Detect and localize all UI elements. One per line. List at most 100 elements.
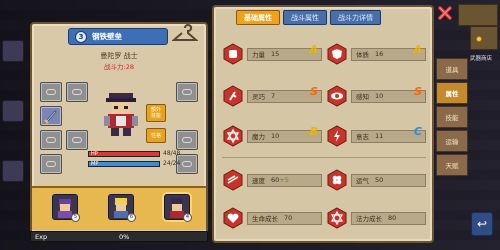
corner-label: 武器商店 — [470, 56, 493, 62]
stat-name: 生命成长 — [252, 215, 278, 223]
title-badge-icon: 3 — [75, 30, 87, 43]
personality-label: 性格 — [150, 132, 161, 139]
exp-bar: Exp 0% — [30, 231, 208, 242]
character-power: 战斗力:28 — [104, 63, 134, 71]
character-sprite — [104, 93, 138, 136]
extra-skill-label: 额外 技能 — [150, 107, 161, 119]
side-menu-talent[interactable]: 天赋 — [436, 154, 468, 176]
pet-slot[interactable]: 5 — [52, 194, 80, 222]
exp-value: 0% — [119, 232, 130, 241]
hud-slot[interactable] — [2, 100, 24, 122]
side-menu-skills[interactable]: 技能 — [436, 106, 468, 128]
stat-grade: S — [310, 84, 318, 98]
stat-box: 意志 11 C — [351, 125, 426, 143]
side-menu-attributes[interactable]: 属性 — [436, 82, 468, 104]
hud-slot[interactable] — [2, 40, 24, 62]
equip-slot[interactable] — [40, 130, 62, 150]
stat-box: 速度 60+5 — [247, 173, 322, 187]
stat-box: 力量 15 A — [247, 43, 322, 61]
stat-grade: A — [413, 42, 422, 56]
tab-basic-attributes[interactable]: 基础属性 — [236, 10, 280, 25]
tab-power-details[interactable]: 战斗力详情 — [330, 10, 381, 25]
stat-box: 运气 50 — [351, 173, 426, 187]
minimap-tile — [458, 4, 498, 26]
heart-growth-icon — [223, 207, 243, 229]
stat-value: 10 — [375, 92, 384, 100]
stat-grade: A — [309, 42, 318, 56]
speed-icon — [223, 169, 243, 191]
stat-row-mp-growth: 法力成长 80 — [326, 205, 426, 231]
character-title: 钢铁壁垒 — [92, 32, 122, 41]
stats-tabs: 基础属性 战斗属性 战斗力详情 — [236, 10, 381, 25]
hp-label: HP — [91, 150, 98, 157]
pet-strip: 5 6 4 — [32, 186, 206, 230]
tab-combat-attributes[interactable]: 战斗属性 — [283, 10, 327, 25]
hp-value: 48/48 — [163, 150, 181, 157]
eye-icon — [327, 85, 347, 107]
bolt-shield-icon — [327, 125, 347, 147]
character-title-bar: 3 钢铁壁垒 — [68, 28, 168, 45]
stat-value: 70 — [284, 214, 293, 222]
stats-panel: 基础属性 战斗属性 战斗力详情 力量 15 A 体质 16 A 灵巧 7 S 感… — [212, 5, 434, 243]
character-panel: 3 钢铁壁垒 2 曼陀罗 战士 战斗力:28 额外 技能 性格 HP 48/48… — [30, 22, 208, 242]
shield-body-icon — [327, 43, 347, 65]
stat-value: 7 — [271, 92, 276, 100]
coin-icon — [476, 36, 482, 42]
equip-slot[interactable] — [66, 82, 88, 102]
clover-icon — [327, 169, 347, 191]
hp-row: HP 48/48 — [88, 150, 192, 157]
hp-bar: HP — [88, 150, 160, 157]
stat-row-speed: 速度 60+5 — [222, 167, 322, 193]
stat-box: 魔力 10 B — [247, 125, 322, 143]
side-menu-items[interactable]: 道具 — [436, 58, 468, 80]
stat-name: 体质 — [356, 51, 369, 59]
stat-row-agility: 灵巧 7 S — [222, 83, 322, 109]
stat-row-perception: 感知 10 S — [326, 83, 426, 109]
side-menu-transport[interactable]: 运输 — [436, 130, 468, 152]
stat-grade: S — [414, 84, 422, 98]
minimap-tile — [470, 26, 498, 50]
equip-slot[interactable] — [176, 130, 198, 150]
stat-box: 法力成长 80 — [351, 211, 426, 225]
pet-level-badge: 5 — [71, 213, 80, 222]
stat-value: 80 — [388, 214, 397, 222]
pet-slot[interactable]: 6 — [108, 194, 136, 222]
equip-slot-weapon[interactable] — [40, 106, 62, 126]
hud-slot[interactable] — [2, 160, 24, 182]
equip-slot[interactable] — [176, 82, 198, 102]
stat-row-will: 意志 11 C — [326, 123, 426, 149]
running-icon — [223, 85, 243, 107]
stat-row-luck: 运气 50 — [326, 167, 426, 193]
back-arrow-icon[interactable]: ↩ — [471, 212, 493, 236]
stat-value: 11 — [375, 132, 384, 140]
stat-box: 体质 16 A — [351, 43, 426, 61]
equip-slot[interactable] — [40, 82, 62, 102]
stat-box: 感知 10 S — [351, 85, 426, 103]
stat-name: 运气 — [356, 177, 369, 185]
stat-row-constitution: 体质 16 A — [326, 41, 426, 67]
character-name: 曼陀罗 战士 — [100, 52, 138, 60]
personality-button[interactable]: 性格 — [146, 128, 166, 143]
pet-slot-selected[interactable]: 4 — [164, 194, 192, 222]
pet-level-badge: 4 — [183, 213, 192, 222]
stat-value: 50 — [375, 176, 384, 184]
pet-level-badge: 6 — [127, 213, 136, 222]
svg-text:2: 2 — [189, 25, 193, 32]
stat-box: 灵巧 7 S — [247, 85, 322, 103]
stat-value: 10 — [271, 132, 280, 140]
mp-value: 24/24 — [163, 160, 181, 167]
equip-slot[interactable] — [66, 130, 88, 150]
close-icon[interactable] — [437, 5, 453, 21]
extra-skill-button[interactable]: 额外 技能 — [146, 104, 166, 122]
exp-label: Exp — [35, 232, 48, 241]
stat-name: 法力成长 — [356, 215, 382, 223]
stat-bonus: +5 — [279, 176, 289, 184]
hanger-icon[interactable]: 2 — [172, 24, 198, 46]
mp-row: MP 24/24 — [88, 160, 192, 167]
stat-value: 16 — [375, 50, 384, 58]
equip-slot[interactable] — [40, 154, 62, 174]
stat-name: 魔力 — [252, 133, 265, 141]
stat-row-magic: 魔力 10 B — [222, 123, 322, 149]
stat-name: 感知 — [356, 93, 369, 101]
stat-value: 60+5 — [271, 176, 289, 184]
